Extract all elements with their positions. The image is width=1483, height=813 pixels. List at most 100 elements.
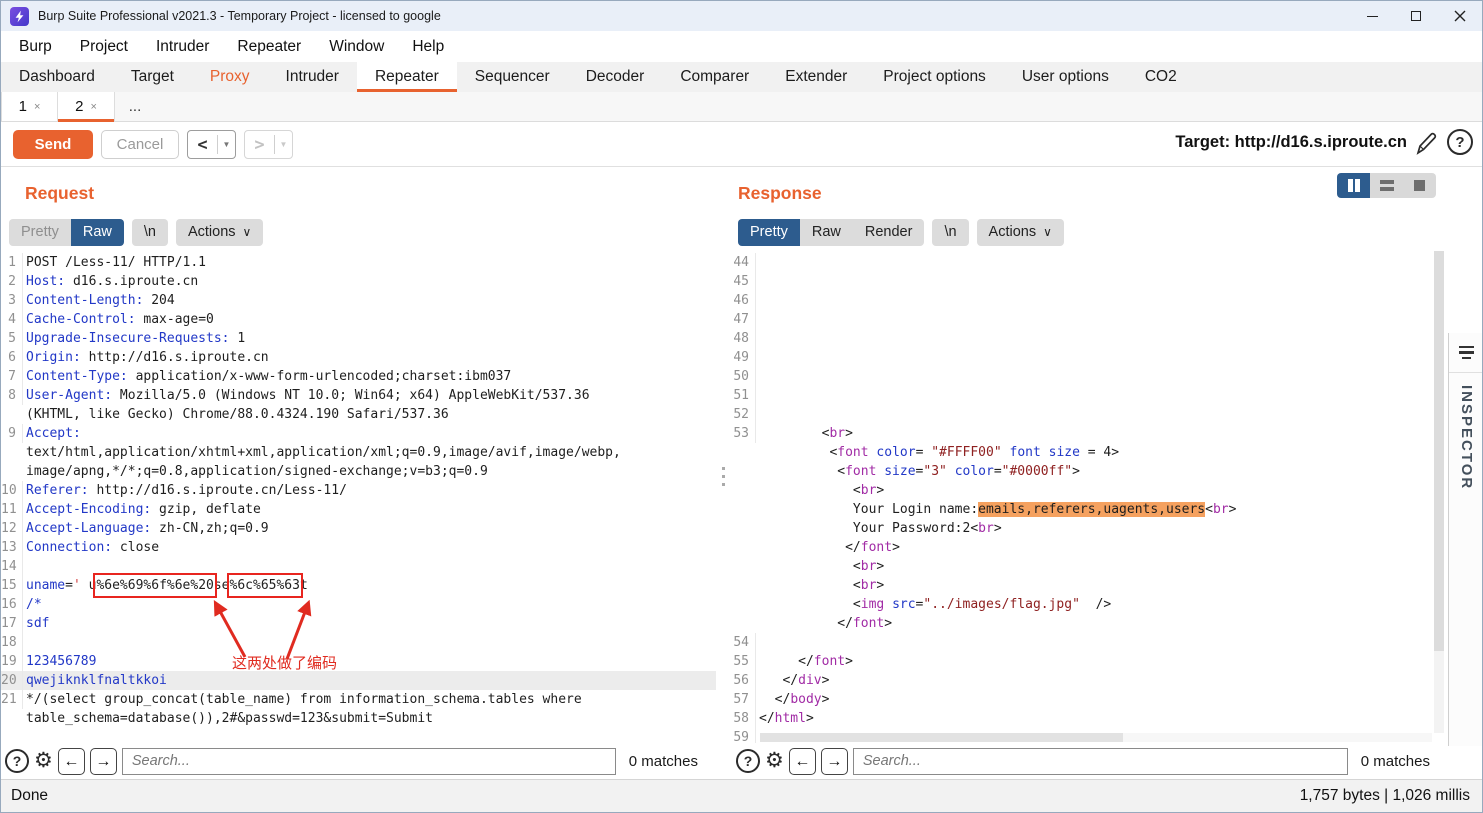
- inspector-sidebar[interactable]: INSPECTOR: [1448, 333, 1483, 746]
- response-horizontal-scrollbar[interactable]: [760, 733, 1432, 742]
- layout-single-button[interactable]: [1403, 173, 1436, 198]
- inspector-label: INSPECTOR: [1458, 385, 1475, 490]
- request-show-newlines-button[interactable]: \n: [132, 219, 168, 246]
- menu-intruder[interactable]: Intruder: [142, 31, 223, 62]
- code-line: 56 </div>: [732, 671, 1448, 690]
- menu-project[interactable]: Project: [66, 31, 142, 62]
- code-line: 1POST /Less-11/ HTTP/1.1: [1, 253, 716, 272]
- layout-columns-button[interactable]: [1337, 173, 1370, 198]
- tab-repeater[interactable]: Repeater: [357, 62, 457, 92]
- cancel-button[interactable]: Cancel: [101, 130, 179, 159]
- search-settings-gear-icon[interactable]: ⚙: [34, 749, 53, 773]
- response-search-input[interactable]: [853, 748, 1348, 775]
- repeater-tab-2[interactable]: 2×: [58, 92, 115, 121]
- response-actions-button[interactable]: Actions∨: [977, 219, 1064, 246]
- tab-extender[interactable]: Extender: [767, 62, 865, 92]
- code-line: 52: [732, 405, 1448, 424]
- response-show-newlines-button[interactable]: \n: [932, 219, 968, 246]
- line-number: 21: [1, 690, 23, 709]
- line-number: 57: [732, 690, 756, 709]
- code-line: <br>: [732, 576, 1448, 595]
- code-segment: size: [1049, 445, 1080, 460]
- tab-co2[interactable]: CO2: [1127, 62, 1195, 92]
- menu-help[interactable]: Help: [398, 31, 458, 62]
- search-next-button[interactable]: →: [90, 748, 117, 775]
- request-editor[interactable]: 这两处做了编码 1POST /Less-11/ HTTP/1.12Host: d…: [1, 251, 716, 743]
- code-line: <img src="../images/flag.jpg" />: [732, 595, 1448, 614]
- menu-burp[interactable]: Burp: [5, 31, 66, 62]
- code-segment: >: [1229, 502, 1237, 517]
- repeater-tab-1[interactable]: 1×: [1, 92, 58, 121]
- line-number: 1: [1, 253, 23, 272]
- code-segment: />: [1080, 597, 1111, 612]
- tab-sequencer[interactable]: Sequencer: [457, 62, 568, 92]
- repeater-tab-more[interactable]: ...: [115, 92, 155, 121]
- search-prev-button[interactable]: ←: [789, 748, 816, 775]
- code-segment: Content-Type:: [26, 369, 128, 384]
- search-next-button[interactable]: →: [821, 748, 848, 775]
- next-response-button[interactable]: > ▼: [244, 130, 293, 159]
- tab-comparer[interactable]: Comparer: [662, 62, 767, 92]
- code-segment: [947, 464, 955, 479]
- line-number: 20: [1, 671, 23, 690]
- line-number: 10: [1, 481, 23, 500]
- line-number: 19: [1, 652, 23, 671]
- code-segment: br: [1213, 502, 1229, 517]
- code-line: 50: [732, 367, 1448, 386]
- dropdown-caret-icon[interactable]: ▼: [218, 140, 235, 149]
- code-segment: =: [65, 578, 73, 593]
- tab-user-options[interactable]: User options: [1004, 62, 1127, 92]
- close-tab-icon[interactable]: ×: [90, 101, 96, 113]
- code-segment: sdf: [26, 616, 49, 631]
- scrollbar-thumb[interactable]: [1434, 251, 1444, 651]
- layout-rows-button[interactable]: [1370, 173, 1403, 198]
- panel-splitter[interactable]: [716, 167, 732, 779]
- tab-dashboard[interactable]: Dashboard: [1, 62, 113, 92]
- menu-bar: BurpProjectIntruderRepeaterWindowHelp: [1, 31, 1482, 62]
- code-segment: >: [876, 578, 884, 593]
- search-help-icon[interactable]: ?: [5, 749, 29, 773]
- close-button[interactable]: [1438, 1, 1482, 31]
- menu-window[interactable]: Window: [315, 31, 398, 62]
- search-prev-button[interactable]: ←: [58, 748, 85, 775]
- close-tab-icon[interactable]: ×: [34, 101, 40, 113]
- request-view-pretty[interactable]: Pretty: [9, 219, 71, 246]
- tab-decoder[interactable]: Decoder: [568, 62, 663, 92]
- dropdown-caret-icon[interactable]: ▼: [275, 140, 292, 149]
- maximize-button[interactable]: [1394, 1, 1438, 31]
- request-view-raw[interactable]: Raw: [71, 219, 124, 246]
- code-line: 47: [732, 310, 1448, 329]
- tab-project-options[interactable]: Project options: [865, 62, 1004, 92]
- code-segment: html: [775, 711, 806, 726]
- send-button[interactable]: Send: [13, 130, 93, 159]
- response-editor[interactable]: 44454647484950515253 <br> <font color= "…: [732, 251, 1448, 743]
- response-view-raw[interactable]: Raw: [800, 219, 853, 246]
- search-help-icon[interactable]: ?: [736, 749, 760, 773]
- code-segment: http://d16.s.iproute.cn/Less-11/: [89, 483, 347, 498]
- prev-response-button[interactable]: < ▼: [187, 130, 236, 159]
- code-line: 15uname=' u%6e%69%6f%6e%20se%6c%65%63t: [1, 576, 716, 595]
- scrollbar-thumb[interactable]: [760, 733, 1123, 742]
- line-number: 3: [1, 291, 23, 310]
- request-search-input[interactable]: [122, 748, 616, 775]
- code-line: 5Upgrade-Insecure-Requests: 1: [1, 329, 716, 348]
- response-vertical-scrollbar[interactable]: [1434, 251, 1444, 733]
- search-settings-gear-icon[interactable]: ⚙: [765, 749, 784, 773]
- minimize-button[interactable]: [1350, 1, 1394, 31]
- response-view-render[interactable]: Render: [853, 219, 925, 246]
- request-actions-button[interactable]: Actions∨: [176, 219, 263, 246]
- help-icon[interactable]: ?: [1447, 129, 1473, 155]
- code-line: 19123456789: [1, 652, 716, 671]
- code-line: text/html,application/xhtml+xml,applicat…: [1, 443, 716, 462]
- response-view-pretty[interactable]: Pretty: [738, 219, 800, 246]
- code-line: 3Content-Length: 204: [1, 291, 716, 310]
- tab-proxy[interactable]: Proxy: [192, 62, 268, 92]
- inspector-menu-icon[interactable]: [1449, 333, 1483, 373]
- code-line: 7Content-Type: application/x-www-form-ur…: [1, 367, 716, 386]
- tab-target[interactable]: Target: [113, 62, 192, 92]
- code-segment: "3": [923, 464, 946, 479]
- menu-repeater[interactable]: Repeater: [223, 31, 315, 62]
- tab-intruder[interactable]: Intruder: [268, 62, 357, 92]
- code-segment: <: [759, 483, 861, 498]
- edit-target-pencil-icon[interactable]: [1414, 131, 1438, 157]
